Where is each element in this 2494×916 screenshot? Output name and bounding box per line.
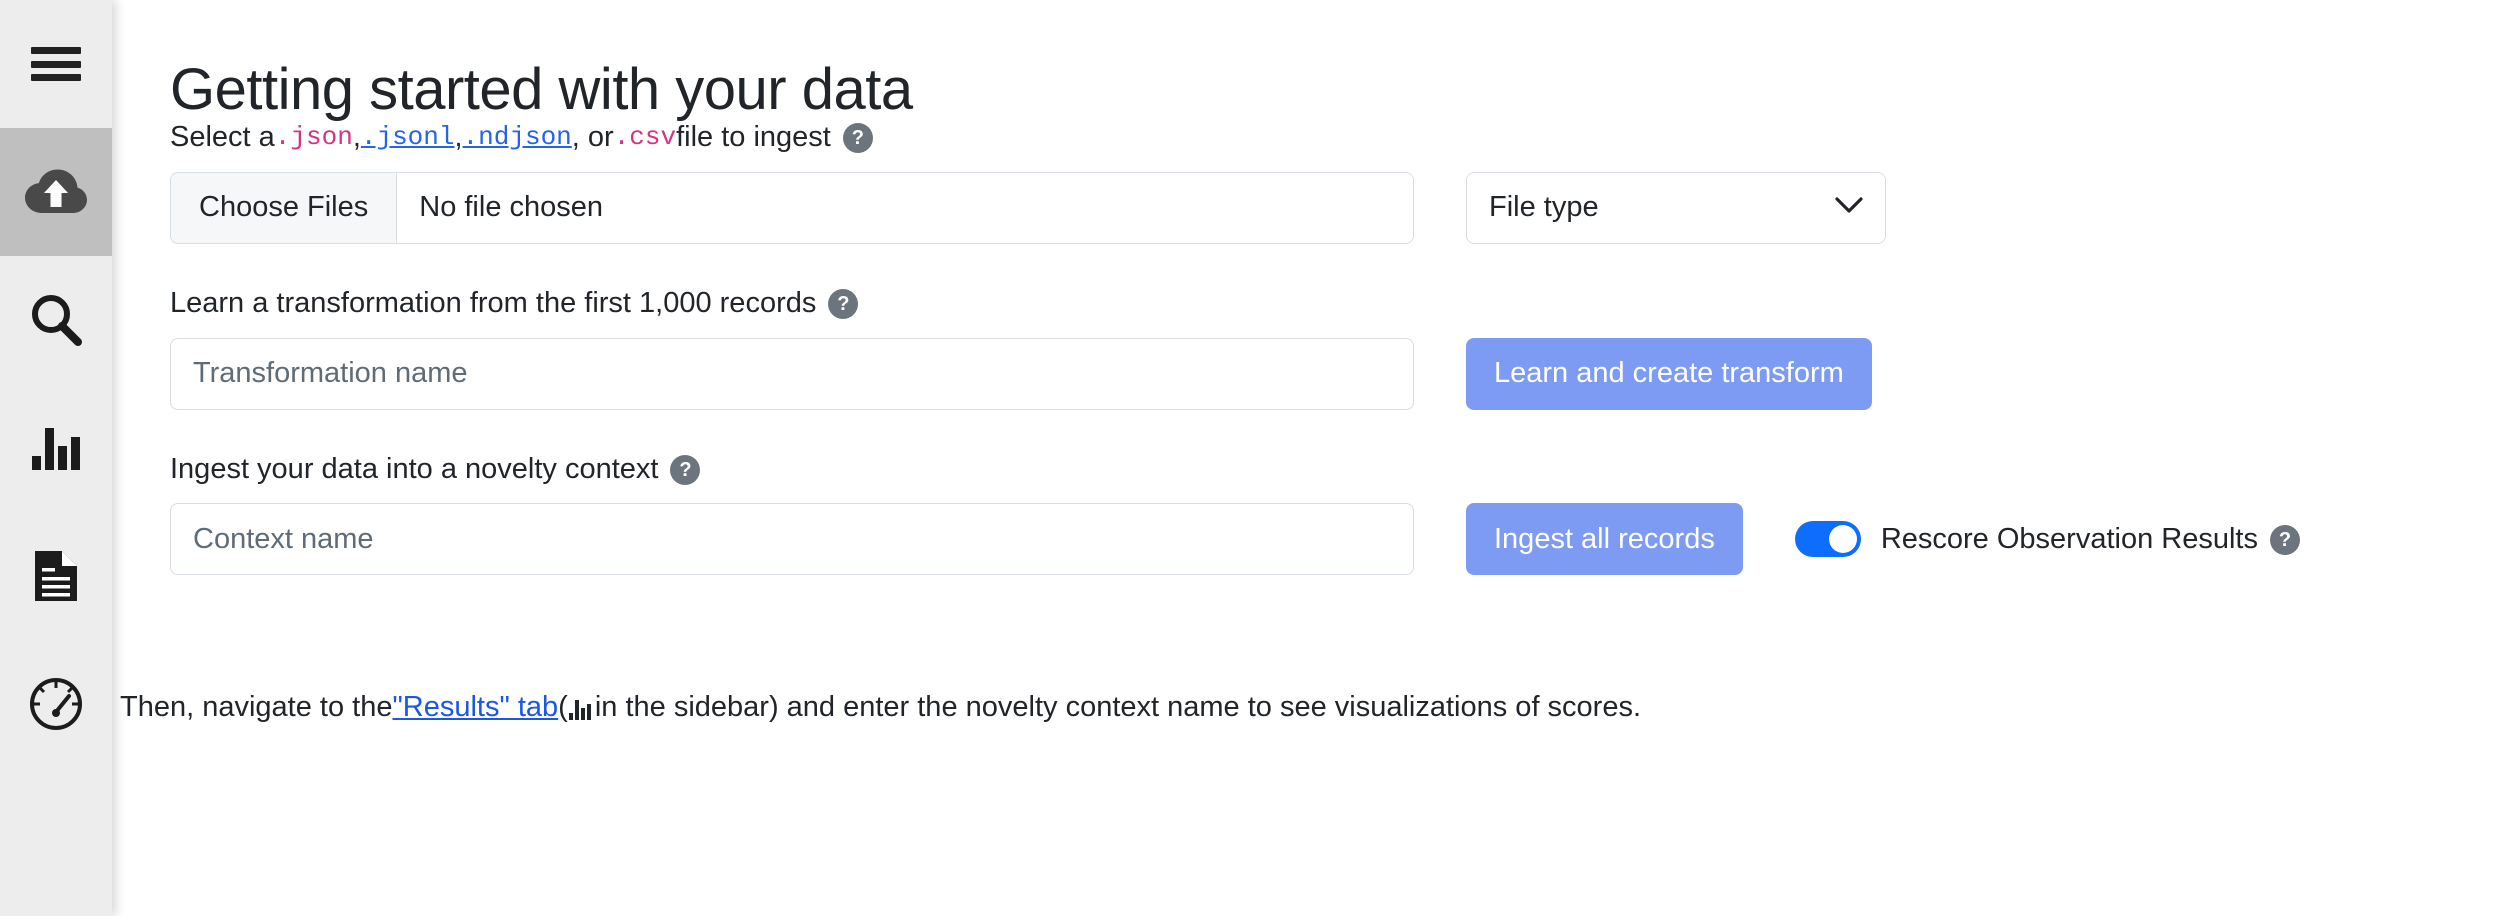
- file-type-value: File type: [1489, 191, 1599, 224]
- choose-files-button[interactable]: Choose Files: [171, 172, 398, 243]
- file-label-sep-1: ,: [352, 121, 361, 153]
- sidebar-item-ingest[interactable]: [0, 128, 112, 256]
- footer-text-after: in the sidebar) and enter the novelty co…: [594, 691, 1642, 723]
- rescore-toggle-label-group: Rescore Observation Results ?: [1881, 523, 2300, 556]
- help-icon-rescore[interactable]: ?: [2269, 525, 2300, 556]
- gauge-icon: [28, 676, 84, 732]
- learn-and-create-transform-button[interactable]: Learn and create transform: [1466, 337, 1872, 410]
- sidebar-item-menu[interactable]: [0, 0, 112, 128]
- ingest-input-row: Ingest all records Rescore Observation R…: [170, 503, 2494, 576]
- file-select-label: Select a .json, .jsonl, .ndjson, or .csv…: [170, 120, 2494, 155]
- footer-text-middle: (: [558, 691, 568, 723]
- sidebar-item-search[interactable]: [0, 256, 112, 384]
- ext-jsonl-link[interactable]: .jsonl: [361, 122, 455, 153]
- page-title: Getting started with your data: [170, 56, 913, 122]
- help-icon-ingest[interactable]: ?: [670, 454, 701, 485]
- toggle-knob: [1828, 525, 1857, 554]
- document-icon: [35, 551, 77, 601]
- form-content: Select a .json, .jsonl, .ndjson, or .csv…: [170, 120, 2494, 576]
- sidebar-item-documents[interactable]: [0, 512, 112, 640]
- help-icon-file-select[interactable]: ?: [842, 123, 873, 154]
- footer-text-before: Then, navigate to the: [120, 691, 393, 723]
- ext-csv-text: .csv: [613, 121, 677, 152]
- bar-chart-icon: [32, 426, 80, 470]
- ingest-label-text: Ingest your data into a novelty context: [170, 452, 659, 485]
- hamburger-line: [31, 60, 81, 68]
- rescore-toggle-label: Rescore Observation Results: [1880, 522, 2258, 555]
- ingest-all-records-button[interactable]: Ingest all records: [1466, 503, 1743, 576]
- file-select-label-suffix: file to ingest: [676, 121, 831, 153]
- file-upload-control[interactable]: Choose Files No file chosen: [170, 171, 1414, 244]
- footer-instruction: Then, navigate to the "Results" tab ( in…: [120, 690, 1641, 725]
- file-input-row: Choose Files No file chosen File type: [170, 171, 2494, 244]
- app-window: Getting started with your data Select a …: [0, 0, 2494, 916]
- cloud-upload-icon: [25, 169, 87, 215]
- ingest-label: Ingest your data into a novelty context …: [170, 452, 2494, 487]
- file-label-sep-3: , or: [571, 121, 614, 153]
- file-type-select[interactable]: File type: [1466, 171, 1886, 244]
- ext-ndjson-link[interactable]: .ndjson: [463, 122, 572, 153]
- hamburger-menu-icon: [31, 47, 81, 81]
- rescore-toggle-group: Rescore Observation Results ?: [1794, 521, 2300, 558]
- hamburger-line: [31, 74, 81, 81]
- sidebar-item-monitor[interactable]: [0, 640, 112, 768]
- help-icon-transform[interactable]: ?: [828, 289, 859, 320]
- sidebar: [0, 0, 112, 916]
- file-label-sep-2: ,: [454, 121, 463, 153]
- hamburger-line: [31, 47, 81, 54]
- rescore-observation-results-toggle[interactable]: [1794, 521, 1861, 558]
- transform-label: Learn a transformation from the first 1,…: [170, 286, 2494, 321]
- sidebar-item-results[interactable]: [0, 384, 112, 512]
- transformation-name-input[interactable]: [170, 337, 1414, 410]
- chosen-file-name: No file chosen: [419, 191, 604, 224]
- chevron-down-icon: [1835, 197, 1863, 219]
- file-select-label-prefix: Select a: [170, 121, 275, 153]
- context-name-input[interactable]: [170, 503, 1414, 576]
- results-tab-link[interactable]: "Results" tab: [392, 690, 558, 725]
- bar-chart-icon-inline: [568, 698, 593, 721]
- transform-label-text: Learn a transformation from the first 1,…: [170, 286, 817, 319]
- ext-json-text: .json: [274, 121, 353, 152]
- magnifier-icon: [29, 293, 83, 347]
- main-content: Getting started with your data Select a …: [112, 0, 2494, 916]
- transform-input-row: Learn and create transform: [170, 337, 2494, 410]
